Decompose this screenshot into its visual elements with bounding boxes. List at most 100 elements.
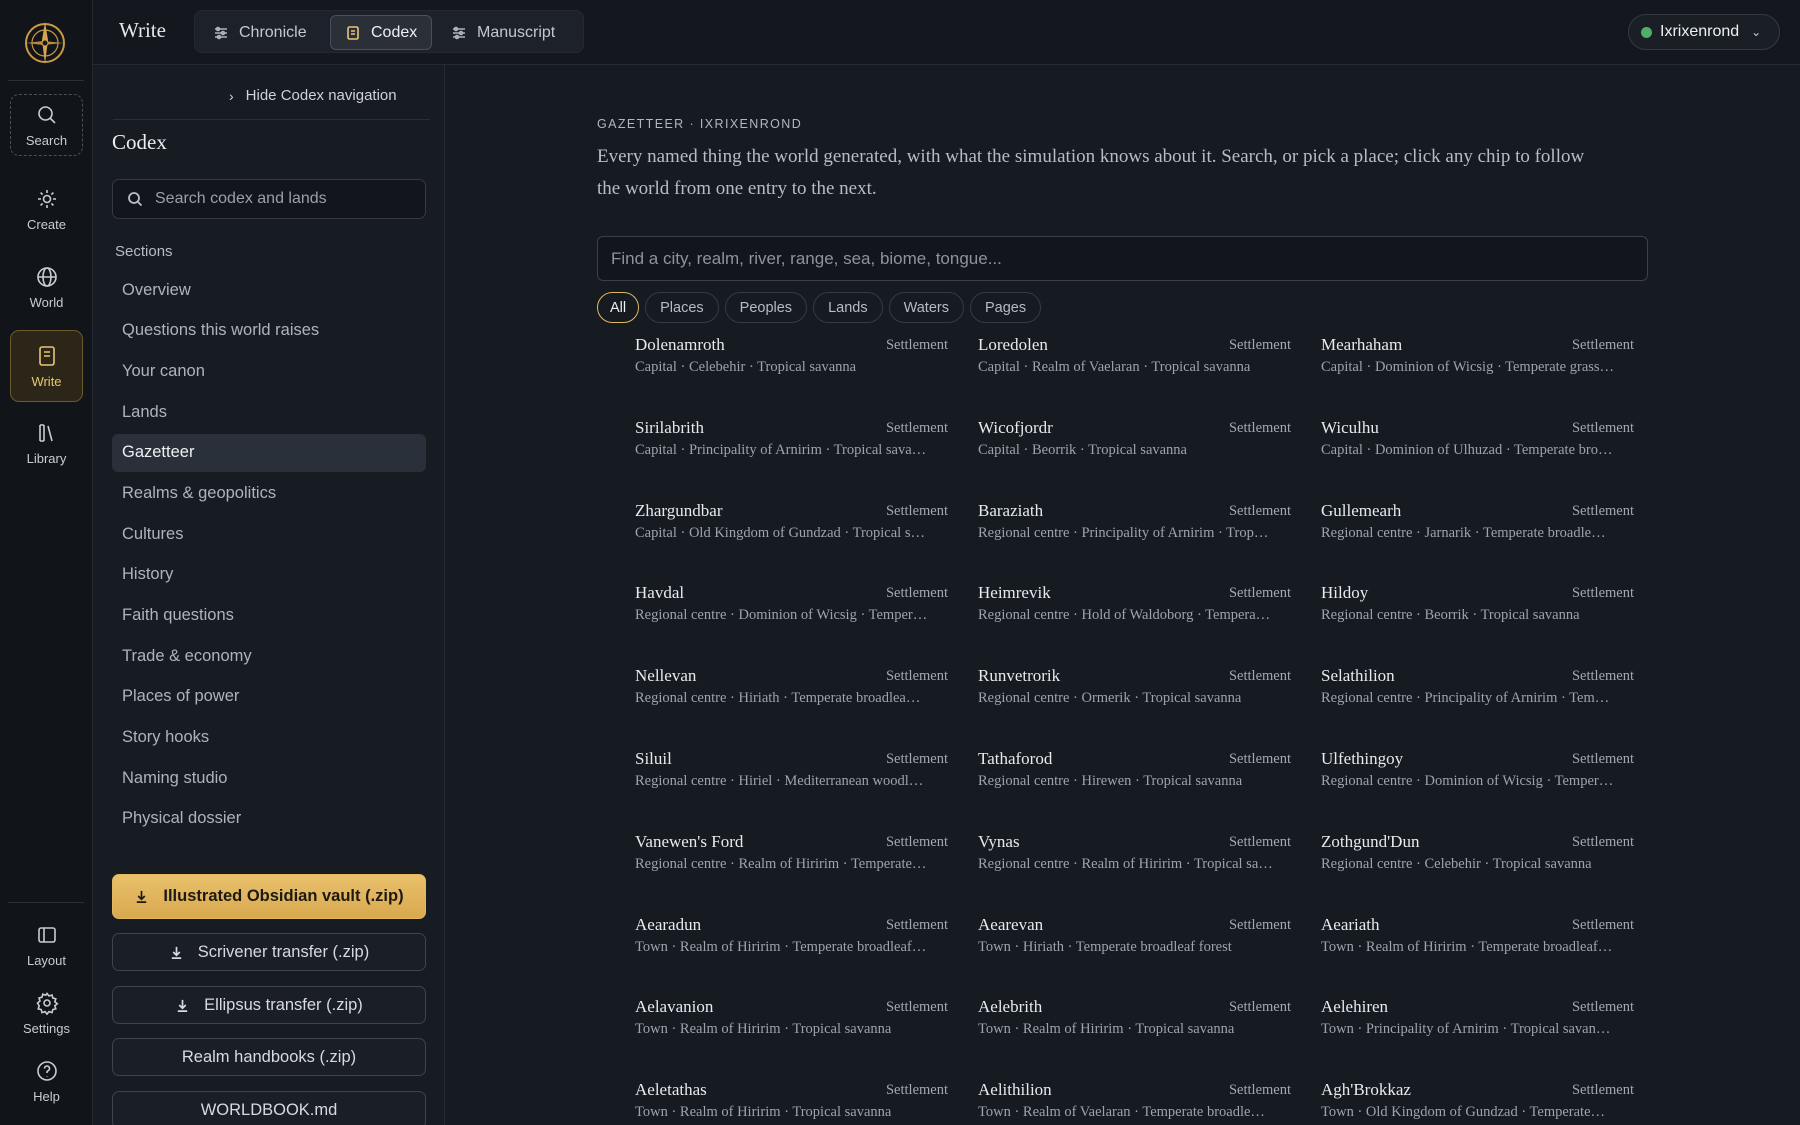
gazetteer-entry[interactable]: Aeariath Settlement Town · Realm of Hiriri… — [1321, 915, 1634, 975]
realm-handbooks-button[interactable]: Realm handbooks (.zip) — [112, 1038, 426, 1076]
rail-create-button[interactable]: Create — [10, 178, 83, 240]
entry-name: Aearadun — [635, 914, 702, 934]
filter-chip-peoples[interactable]: Peoples — [724, 292, 808, 323]
gazetteer-entry[interactable]: Baraziath Settlement Regional centre · Pri… — [978, 501, 1291, 561]
gazetteer-entry[interactable]: Gullemearh Settlement Regional centre · Ja… — [1321, 501, 1634, 561]
gazetteer-entry[interactable]: Ulfethingoy Settlement Regional centre · D… — [1321, 749, 1634, 809]
entry-meta: Town · Realm of Hiririm · Tropical savan… — [978, 1021, 1235, 1038]
rail-layout-button[interactable]: Layout — [10, 914, 83, 976]
entry-name: Loredolen — [978, 335, 1048, 354]
entry-meta: Town · Realm of Hiririm · Tropical savan… — [635, 1104, 892, 1121]
gazetteer-entry[interactable]: Nellevan Settlement Regional centre · Hiri… — [635, 666, 948, 726]
entry-kind: Settlement — [1228, 337, 1291, 353]
gazetteer-entry[interactable]: Aearevan Settlement Town · Hiriath · Tempe… — [978, 915, 1291, 975]
tab-chronicle[interactable]: Chronicle — [199, 15, 321, 50]
gazetteer-entry[interactable]: Mearhaham Settlement Capital · Dominion of… — [1321, 335, 1634, 395]
codex-title: Codex — [112, 130, 167, 154]
gazetteer-entry[interactable]: Aearadun Settlement Town · Realm of Hiriri… — [635, 915, 948, 975]
section-realms[interactable]: Realms & geopolitics — [112, 474, 426, 512]
rail-write-button[interactable]: Write — [10, 330, 83, 402]
ellipsus-download-button[interactable]: Ellipsus transfer (.zip) — [112, 986, 426, 1024]
world-selector[interactable]: Ixrixenrond ⌄ — [1628, 14, 1780, 50]
section-your-canon[interactable]: Your canon — [112, 352, 426, 390]
entry-kind: Settlement — [885, 585, 948, 602]
gazetteer-entry[interactable]: Havdal Settlement Regional centre · Domini… — [635, 583, 948, 643]
section-faith[interactable]: Faith questions — [112, 597, 426, 635]
section-questions[interactable]: Questions this world raises — [112, 312, 426, 350]
codex-search-input[interactable] — [155, 190, 415, 208]
gazetteer-entry[interactable]: Siluil Settlement Regional centre · Hiriel… — [635, 749, 948, 809]
entry-kind: Settlement — [1571, 833, 1634, 850]
filter-chip-pages[interactable]: Pages — [969, 292, 1042, 323]
app-rail: Search Create World Write Library Layout… — [0, 0, 93, 1125]
section-trade[interactable]: Trade & economy — [112, 637, 426, 675]
gazetteer-entry[interactable]: Aelavanion Settlement Town · Realm of Hiri… — [635, 997, 948, 1057]
rail-search-label: Search — [25, 132, 68, 148]
gazetteer-main: GAZETTEER · IXRIXENROND Every named thin… — [446, 65, 1800, 1125]
rail-library-button[interactable]: Library — [10, 412, 83, 474]
scrivener-download-button[interactable]: Scrivener transfer (.zip) — [112, 933, 426, 971]
gazetteer-entry[interactable]: Tathaforod Settlement Regional centre · Hi… — [978, 749, 1291, 809]
filter-chip-all[interactable]: All — [597, 292, 640, 323]
gazetteer-entry[interactable]: Vynas Settlement Regional centre · Realm o… — [978, 832, 1291, 892]
gazetteer-entry[interactable]: Aeletathas Settlement Town · Realm of Hiri… — [635, 1080, 948, 1125]
gazetteer-entry[interactable]: Heimrevik Settlement Regional centre · Hol… — [978, 583, 1291, 643]
section-lands[interactable]: Lands — [112, 393, 426, 431]
hide-codex-nav-button[interactable]: › Hide Codex navigation — [229, 87, 397, 104]
section-places-of-power[interactable]: Places of power — [112, 678, 426, 716]
filter-chip-lands[interactable]: Lands — [813, 292, 883, 323]
notebook-icon — [347, 25, 359, 40]
tab-codex[interactable]: Codex — [330, 15, 433, 50]
section-history[interactable]: History — [112, 556, 426, 594]
gazetteer-entry[interactable]: Vanewen's Ford Settlement Regional centre … — [635, 832, 948, 892]
gear-icon — [35, 991, 59, 1015]
gazetteer-entry[interactable]: Selathilion Settlement Regional centre · P… — [1321, 666, 1634, 726]
entry-meta: Town · Old Kingdom of Gundzad · Temperat… — [1321, 1104, 1606, 1121]
sliders-icon — [215, 26, 227, 39]
section-gazetteer[interactable]: Gazetteer — [112, 433, 426, 472]
gazetteer-entry[interactable]: Zothgund'Dun Settlement Regional centre · … — [1321, 832, 1634, 892]
worldbook-button[interactable]: WORLDBOOK.md — [112, 1091, 426, 1125]
gazetteer-entry[interactable]: Runvetrorik Settlement Regional centre · O… — [978, 666, 1291, 726]
gazetteer-search-input[interactable] — [611, 248, 1611, 269]
gazetteer-entry[interactable]: Hildoy Settlement Regional centre · Beorri… — [1321, 583, 1634, 643]
rail-divider-bottom — [8, 902, 84, 903]
section-naming-studio[interactable]: Naming studio — [112, 759, 426, 797]
obsidian-vault-download-button[interactable]: Illustrated Obsidian vault (.zip) — [112, 874, 426, 919]
rail-world-button[interactable]: World — [10, 256, 83, 318]
page-title: Write — [119, 18, 166, 42]
section-physical-dossier[interactable]: Physical dossier — [112, 800, 426, 838]
gazetteer-entry[interactable]: Aelithilion Settlement Town · Realm of Vae… — [978, 1080, 1291, 1125]
rail-search-button[interactable]: Search — [10, 94, 83, 156]
gazetteer-entry[interactable]: Aelehiren Settlement Town · Principality o… — [1321, 997, 1634, 1057]
tab-manuscript[interactable]: Manuscript — [437, 15, 569, 50]
gazetteer-entry[interactable]: Wiculhu Settlement Capital · Dominion of U… — [1321, 418, 1634, 478]
gazetteer-entry[interactable]: Agh'Brokkaz Settlement Town · Old Kingdom … — [1321, 1080, 1634, 1125]
entry-meta: Regional centre · Dominion of Wicsig · T… — [1321, 773, 1614, 789]
gazetteer-entry[interactable]: Wicofjordr Settlement Capital · Beorrik · … — [978, 418, 1291, 478]
entry-meta: Capital · Realm of Vaelaran · Tropical s… — [978, 359, 1251, 375]
entry-kind: Settlement — [1571, 668, 1634, 685]
entry-name: Aeariath — [1321, 914, 1380, 934]
gazetteer-entry[interactable]: Loredolen Settlement Capital · Realm of Va… — [978, 335, 1291, 395]
entry-meta: Regional centre · Jarnarik · Temperate b… — [1321, 524, 1606, 541]
entry-kind: Settlement — [1571, 1082, 1634, 1099]
entry-name: Aelehiren — [1321, 997, 1389, 1017]
section-story-hooks[interactable]: Story hooks — [112, 719, 426, 757]
entry-name: Hildoy — [1321, 583, 1369, 603]
entry-meta: Regional centre · Dominion of Wicsig · T… — [635, 607, 928, 624]
rail-settings-button[interactable]: Settings — [10, 982, 83, 1044]
rail-help-button[interactable]: Help — [10, 1050, 83, 1112]
section-overview[interactable]: Overview — [112, 271, 426, 309]
entry-name: Gullemearh — [1321, 500, 1402, 520]
gazetteer-entry[interactable]: Zhargundbar Settlement Capital · Old Kingd… — [635, 501, 948, 561]
entry-meta: Capital · Celebehir · Tropical savanna — [635, 359, 857, 375]
filter-chip-waters[interactable]: Waters — [888, 292, 964, 323]
filter-chip-places[interactable]: Places — [645, 292, 719, 323]
section-cultures[interactable]: Cultures — [112, 515, 426, 553]
gazetteer-entry[interactable]: Aelebrith Settlement Town · Realm of Hirir… — [978, 997, 1291, 1057]
gazetteer-entry[interactable]: Sirilabrith Settlement Capital · Principal… — [635, 418, 948, 478]
entry-name: Havdal — [635, 583, 685, 603]
gazetteer-entry[interactable]: Dolenamroth Settlement Capital · Celebehir… — [635, 335, 948, 395]
entry-meta: Capital · Dominion of Wicsig · Temperate… — [1321, 359, 1615, 375]
